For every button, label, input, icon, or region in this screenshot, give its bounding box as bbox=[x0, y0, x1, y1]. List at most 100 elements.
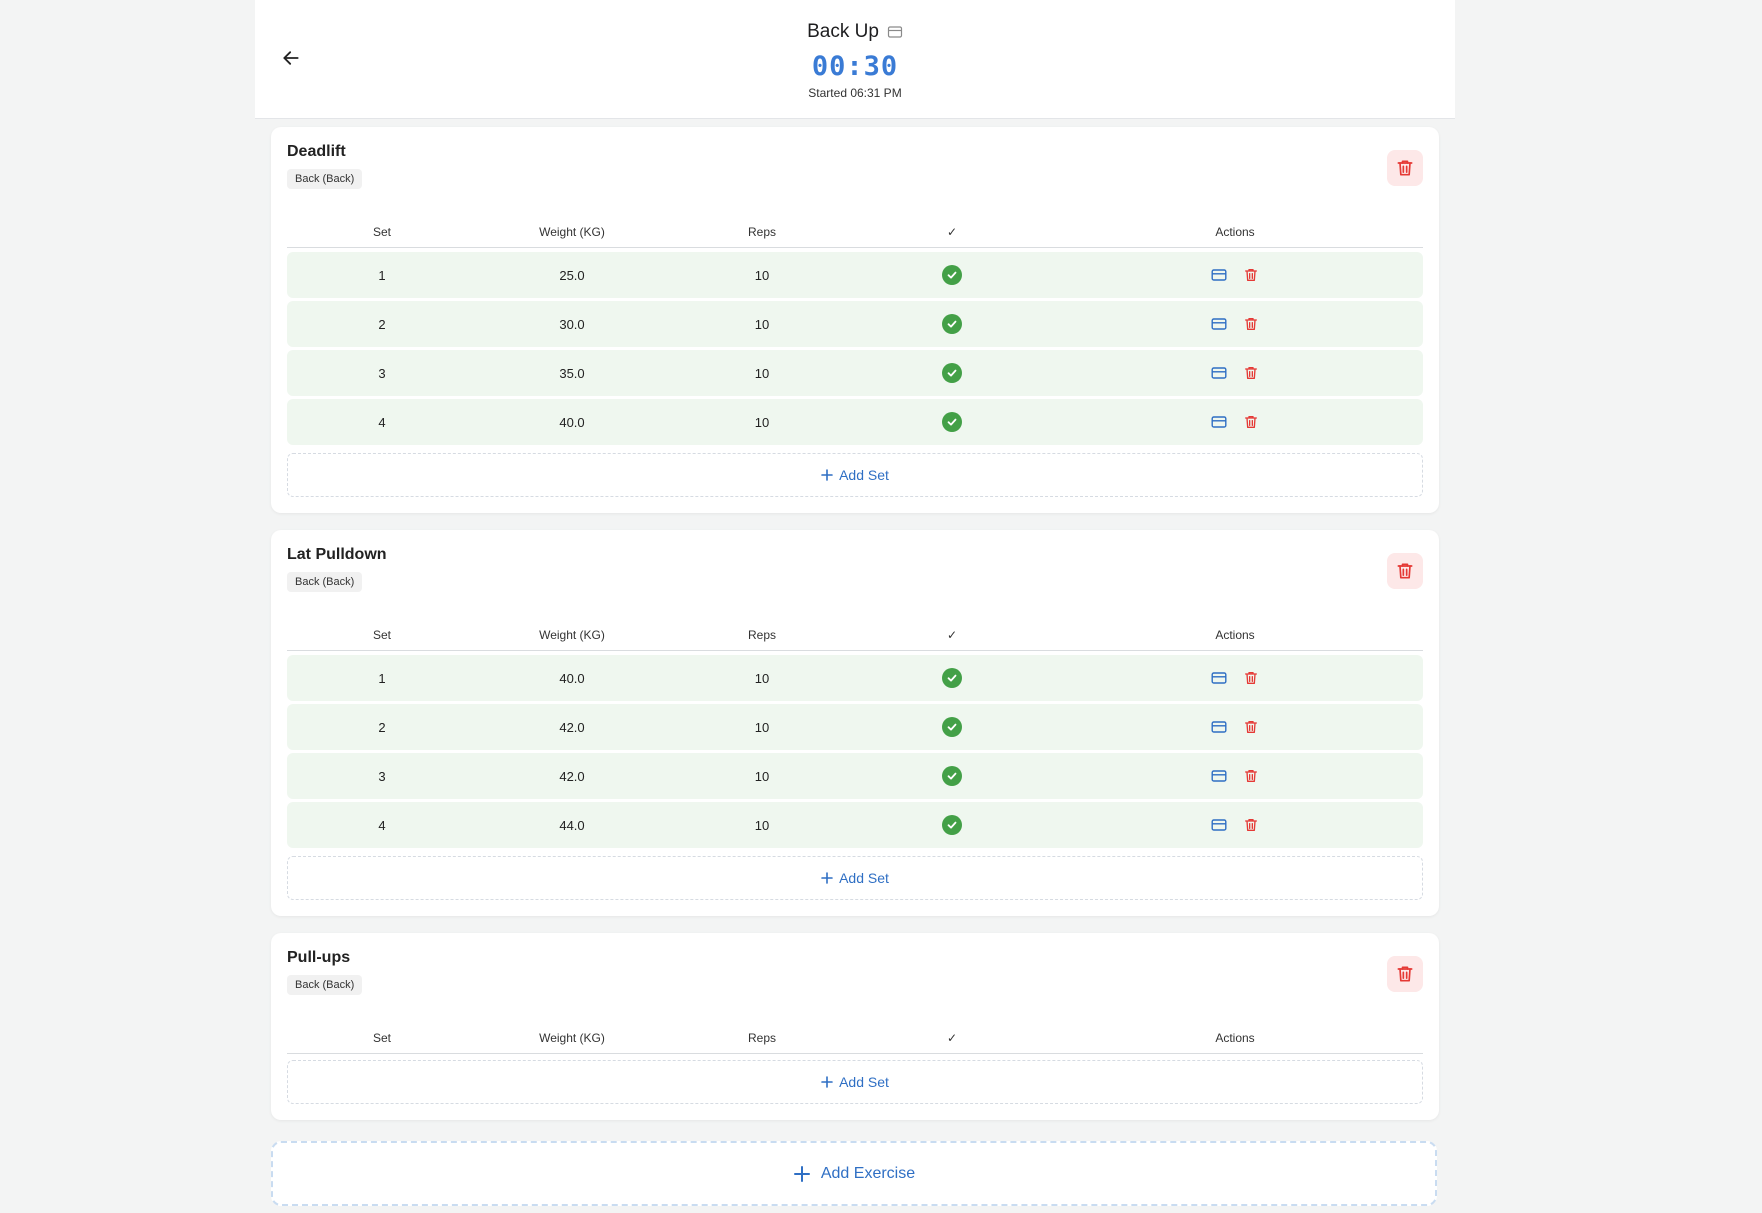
delete-set-icon[interactable] bbox=[1242, 816, 1260, 834]
check-circle-icon[interactable] bbox=[942, 363, 962, 383]
set-reps[interactable]: 10 bbox=[667, 350, 857, 396]
workout-timer: 00:30 bbox=[811, 51, 899, 82]
exercise-card: Pull-ups Back (Back) Set Weight (KG) Reps ✓ Ac… bbox=[271, 933, 1439, 1120]
sets-table-header: Set Weight (KG) Reps ✓ Actions bbox=[287, 217, 1423, 248]
exercise-name: Lat Pulldown bbox=[287, 546, 387, 563]
actions-group bbox=[1210, 669, 1260, 687]
started-time: Started 06:31 PM bbox=[808, 86, 902, 100]
set-row: 4 40.0 10 bbox=[287, 399, 1423, 445]
edit-set-icon[interactable] bbox=[1210, 364, 1228, 382]
delete-set-icon[interactable] bbox=[1242, 413, 1260, 431]
header-weight: Weight (KG) bbox=[539, 628, 605, 642]
exercise-card: Deadlift Back (Back) Set Weight (KG) Reps ✓ Ac… bbox=[271, 127, 1439, 513]
header-done: ✓ bbox=[946, 1031, 958, 1045]
add-set-button[interactable]: Add Set bbox=[287, 856, 1423, 900]
muscle-tag: Back (Back) bbox=[287, 572, 363, 592]
add-set-button[interactable]: Add Set bbox=[287, 1060, 1423, 1104]
plus-icon bbox=[821, 1076, 833, 1088]
set-done-cell bbox=[857, 399, 1047, 445]
check-circle-icon[interactable] bbox=[942, 668, 962, 688]
set-number: 1 bbox=[378, 670, 386, 686]
set-weight[interactable]: 40.0 bbox=[477, 655, 667, 701]
set-weight[interactable]: 25.0 bbox=[477, 252, 667, 298]
set-reps[interactable]: 10 bbox=[667, 252, 857, 298]
add-exercise-button[interactable]: Add Exercise bbox=[271, 1141, 1437, 1206]
card-icon[interactable] bbox=[887, 25, 903, 39]
set-weight[interactable]: 40.0 bbox=[477, 399, 667, 445]
actions-group bbox=[1210, 767, 1260, 785]
set-number: 4 bbox=[378, 817, 386, 833]
add-set-label: Add Set bbox=[839, 870, 889, 886]
muscle-tag: Back (Back) bbox=[287, 975, 363, 995]
edit-set-icon[interactable] bbox=[1210, 669, 1228, 687]
set-number: 1 bbox=[378, 267, 386, 283]
header-reps: Reps bbox=[747, 225, 776, 239]
edit-set-icon[interactable] bbox=[1210, 718, 1228, 736]
delete-set-icon[interactable] bbox=[1242, 718, 1260, 736]
trash-icon bbox=[1395, 158, 1415, 178]
set-done-cell bbox=[857, 704, 1047, 750]
set-done-cell bbox=[857, 301, 1047, 347]
header-done: ✓ bbox=[946, 628, 958, 642]
set-reps[interactable]: 10 bbox=[667, 399, 857, 445]
header-set: Set bbox=[372, 628, 391, 642]
check-circle-icon[interactable] bbox=[942, 815, 962, 835]
set-row: 1 25.0 10 bbox=[287, 252, 1423, 298]
set-row: 1 40.0 10 bbox=[287, 655, 1423, 701]
set-actions bbox=[1047, 350, 1423, 396]
workout-title: Back Up bbox=[807, 21, 879, 42]
set-weight[interactable]: 42.0 bbox=[477, 704, 667, 750]
add-exercise-label: Add Exercise bbox=[820, 1164, 916, 1182]
set-reps[interactable]: 10 bbox=[667, 802, 857, 848]
set-reps[interactable]: 10 bbox=[667, 655, 857, 701]
set-actions bbox=[1047, 753, 1423, 799]
set-done-cell bbox=[857, 802, 1047, 848]
plus-icon bbox=[821, 872, 833, 884]
actions-group bbox=[1210, 266, 1260, 284]
add-set-label: Add Set bbox=[839, 467, 889, 483]
delete-exercise-button[interactable] bbox=[1387, 553, 1423, 589]
check-circle-icon[interactable] bbox=[942, 766, 962, 786]
set-reps[interactable]: 10 bbox=[667, 704, 857, 750]
delete-exercise-button[interactable] bbox=[1387, 150, 1423, 186]
check-circle-icon[interactable] bbox=[942, 412, 962, 432]
set-reps[interactable]: 10 bbox=[667, 301, 857, 347]
delete-exercise-button[interactable] bbox=[1387, 956, 1423, 992]
delete-set-icon[interactable] bbox=[1242, 767, 1260, 785]
edit-set-icon[interactable] bbox=[1210, 816, 1228, 834]
set-number: 2 bbox=[378, 316, 386, 332]
set-row: 3 42.0 10 bbox=[287, 753, 1423, 799]
muscle-tag: Back (Back) bbox=[287, 169, 363, 189]
set-actions bbox=[1047, 399, 1423, 445]
check-circle-icon[interactable] bbox=[942, 265, 962, 285]
set-weight[interactable]: 30.0 bbox=[477, 301, 667, 347]
set-done-cell bbox=[857, 655, 1047, 701]
actions-group bbox=[1210, 413, 1260, 431]
edit-set-icon[interactable] bbox=[1210, 266, 1228, 284]
set-weight[interactable]: 44.0 bbox=[477, 802, 667, 848]
set-weight[interactable]: 42.0 bbox=[477, 753, 667, 799]
set-weight[interactable]: 35.0 bbox=[477, 350, 667, 396]
edit-set-icon[interactable] bbox=[1210, 413, 1228, 431]
edit-set-icon[interactable] bbox=[1210, 315, 1228, 333]
header-reps: Reps bbox=[747, 628, 776, 642]
add-set-button[interactable]: Add Set bbox=[287, 453, 1423, 497]
header-actions: Actions bbox=[1215, 628, 1255, 642]
check-circle-icon[interactable] bbox=[942, 717, 962, 737]
edit-set-icon[interactable] bbox=[1210, 767, 1228, 785]
trash-icon bbox=[1395, 561, 1415, 581]
check-circle-icon[interactable] bbox=[942, 314, 962, 334]
header-reps: Reps bbox=[747, 1031, 776, 1045]
header-actions: Actions bbox=[1215, 225, 1255, 239]
delete-set-icon[interactable] bbox=[1242, 364, 1260, 382]
set-number: 3 bbox=[378, 768, 386, 784]
set-reps[interactable]: 10 bbox=[667, 753, 857, 799]
set-number: 3 bbox=[378, 365, 386, 381]
delete-set-icon[interactable] bbox=[1242, 315, 1260, 333]
delete-set-icon[interactable] bbox=[1242, 266, 1260, 284]
set-actions bbox=[1047, 252, 1423, 298]
set-row: 3 35.0 10 bbox=[287, 350, 1423, 396]
workout-header: Back Up 00:30 Started 06:31 PM bbox=[255, 0, 1455, 119]
title-row: Back Up bbox=[807, 18, 903, 46]
delete-set-icon[interactable] bbox=[1242, 669, 1260, 687]
